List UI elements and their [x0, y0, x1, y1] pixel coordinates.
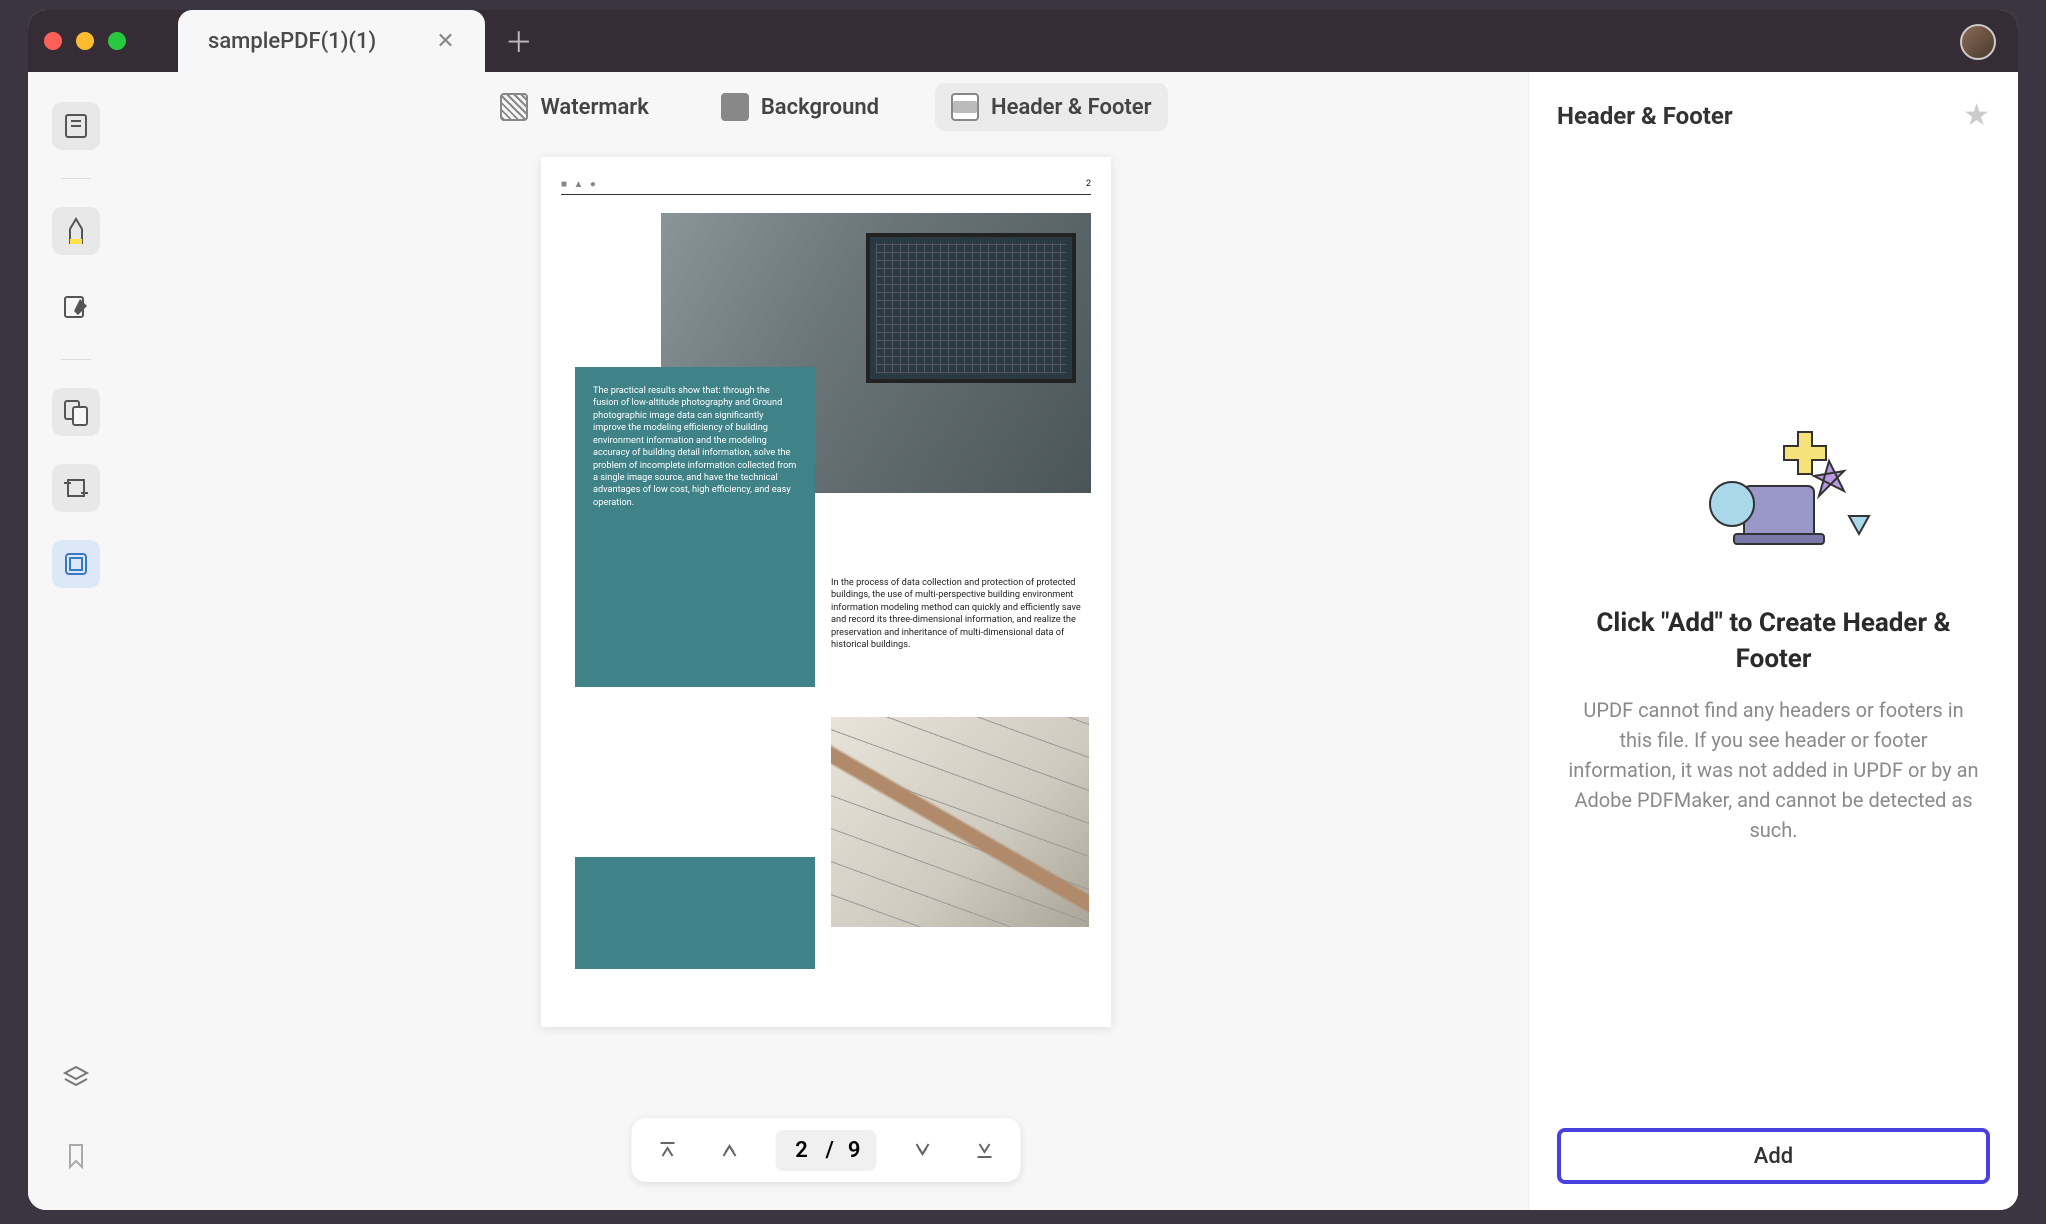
maximize-window-button[interactable]: [108, 32, 126, 50]
content-area: Watermark Background Header & Footer ■ ▲…: [124, 72, 1528, 1210]
sidebar-bookmark[interactable]: [52, 1132, 100, 1180]
sidebar-crop-tool[interactable]: [52, 464, 100, 512]
panel-header: Header & Footer ★: [1557, 98, 1990, 133]
page-input-group: 2 / 9: [776, 1130, 877, 1171]
monitor-graphic: [866, 233, 1076, 383]
sidebar-highlight-tool[interactable]: [52, 207, 100, 255]
page-teal-text-box: The practical results show that: through…: [575, 367, 815, 687]
page-header-shapes: ■ ▲ ●: [561, 179, 598, 190]
page-navigator: 2 / 9: [632, 1118, 1021, 1182]
panel-heading: Click "Add" to Create Header & Footer: [1567, 606, 1980, 676]
watermark-icon: [500, 93, 528, 121]
background-icon: [721, 93, 749, 121]
app-window: samplePDF(1)(1) ✕ ＋: [28, 10, 2018, 1210]
current-page[interactable]: 2: [792, 1138, 812, 1163]
close-window-button[interactable]: [44, 32, 62, 50]
header-footer-button[interactable]: Header & Footer: [935, 83, 1168, 131]
header-footer-label: Header & Footer: [991, 95, 1152, 120]
page-body-text: In the process of data collection and pr…: [831, 577, 1089, 652]
page-separator: /: [826, 1138, 834, 1163]
document-tab[interactable]: samplePDF(1)(1) ✕: [178, 10, 485, 72]
watermark-label: Watermark: [540, 95, 648, 120]
titlebar: samplePDF(1)(1) ✕ ＋: [28, 10, 2018, 72]
last-page-button[interactable]: [968, 1134, 1000, 1166]
empty-state-illustration: [1674, 416, 1874, 566]
first-page-button[interactable]: [652, 1134, 684, 1166]
page-header-row: ■ ▲ ● 2: [561, 179, 1091, 195]
sidebar-layers[interactable]: [52, 1054, 100, 1102]
page-teal-box-2: [575, 857, 815, 969]
sidebar-page-tools[interactable]: [52, 540, 100, 588]
header-footer-icon: [951, 93, 979, 121]
minimize-window-button[interactable]: [76, 32, 94, 50]
left-sidebar: [28, 72, 124, 1210]
tab-title: samplePDF(1)(1): [208, 29, 376, 54]
right-panel: Header & Footer ★ Click "Add" to Create …: [1528, 72, 2018, 1210]
sidebar-edit-tool[interactable]: [52, 283, 100, 331]
page-image-2: [831, 717, 1089, 927]
panel-body: Click "Add" to Create Header & Footer UP…: [1557, 153, 1990, 1108]
add-button-label: Add: [1754, 1144, 1793, 1169]
sidebar-organize-tool[interactable]: [52, 388, 100, 436]
page-viewport[interactable]: ■ ▲ ● 2 The practical results show that:…: [124, 142, 1528, 1210]
sidebar-separator: [61, 359, 91, 360]
total-pages: 9: [848, 1138, 861, 1163]
watermark-button[interactable]: Watermark: [484, 83, 664, 131]
main-area: Watermark Background Header & Footer ■ ▲…: [28, 72, 2018, 1210]
sidebar-reader-tool[interactable]: [52, 102, 100, 150]
next-page-button[interactable]: [906, 1134, 938, 1166]
sidebar-separator: [61, 178, 91, 179]
panel-title: Header & Footer: [1557, 102, 1733, 130]
add-button[interactable]: Add: [1557, 1128, 1990, 1184]
close-tab-icon[interactable]: ✕: [436, 29, 454, 54]
window-controls: [28, 32, 148, 50]
user-avatar[interactable]: [1960, 24, 1996, 60]
page-number: 2: [1086, 179, 1091, 190]
pdf-page: ■ ▲ ● 2 The practical results show that:…: [541, 157, 1111, 1027]
top-toolbar: Watermark Background Header & Footer: [124, 72, 1528, 142]
new-tab-button[interactable]: ＋: [505, 21, 533, 61]
favorite-icon[interactable]: ★: [1963, 98, 1990, 133]
background-button[interactable]: Background: [705, 83, 895, 131]
panel-description: UPDF cannot find any headers or footers …: [1567, 695, 1980, 845]
prev-page-button[interactable]: [714, 1134, 746, 1166]
background-label: Background: [761, 95, 879, 120]
